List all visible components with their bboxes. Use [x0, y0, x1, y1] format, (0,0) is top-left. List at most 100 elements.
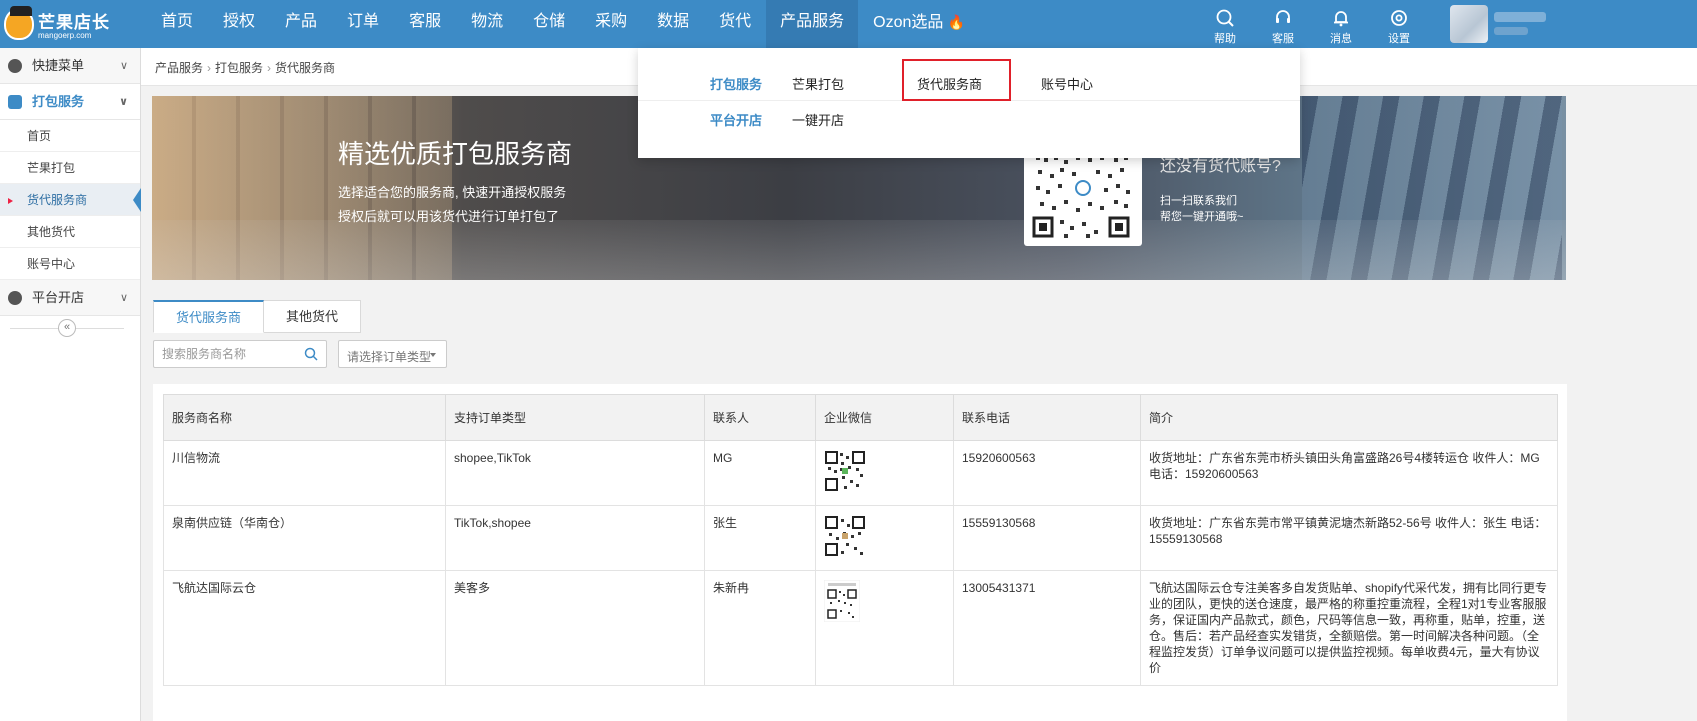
table-row[interactable]: 飞航达国际云仓 美客多 朱新冉 13005431371 飞航达国际云仓专注美客多…	[163, 570, 1558, 686]
nav-auth[interactable]: 授权	[208, 0, 270, 48]
mango-mascot-icon	[4, 6, 34, 40]
help-icon	[1216, 9, 1234, 27]
settings-button[interactable]: 设置	[1370, 0, 1428, 48]
column-header: 联系人	[704, 394, 816, 441]
banner-side-line-1: 扫一扫联系我们	[1160, 195, 1237, 207]
nav-data[interactable]: 数据	[642, 0, 704, 48]
logo-sub: mangoerp.com	[38, 31, 92, 40]
tab-other-forwarders[interactable]: 其他货代	[264, 300, 362, 333]
sidebar-item-other-forwarders[interactable]: 其他货代	[0, 216, 140, 248]
contact-person: MG	[704, 440, 816, 506]
nav-purchase[interactable]: 采购	[580, 0, 642, 48]
logo-name: 芒果店长	[38, 13, 110, 32]
customer-service-label: 客服	[1272, 33, 1294, 45]
breadcrumb-separator-icon: ›	[207, 61, 212, 75]
nav-ozon[interactable]: Ozon选品 🔥	[858, 0, 980, 48]
sidebar-item-label: 账号中心	[27, 257, 76, 271]
logo[interactable]: 芒果店长 mangoerp.com	[4, 4, 114, 44]
customer-service-button[interactable]: 客服	[1254, 0, 1312, 48]
settings-label: 设置	[1388, 33, 1410, 45]
quick-menu-icon	[8, 59, 22, 73]
tab-forwarder-providers[interactable]: 货代服务商	[153, 300, 265, 333]
current-indicator-icon	[8, 198, 13, 204]
sidebar-item-mango-pack[interactable]: 芒果打包	[0, 152, 140, 184]
help-label: 帮助	[1214, 33, 1236, 45]
phone-number: 15920600563	[953, 440, 1141, 506]
contact-qr-code	[1024, 146, 1142, 246]
gear-icon	[1391, 10, 1407, 26]
table-header-row: 服务商名称 支持订单类型 联系人 企业微信 联系电话 简介	[163, 394, 1558, 441]
column-header: 服务商名称	[163, 394, 446, 441]
nav-customer-service[interactable]: 客服	[394, 0, 456, 48]
nav-order[interactable]: 订单	[332, 0, 394, 48]
dropdown-link-account-center[interactable]: 账号中心	[1041, 74, 1093, 93]
order-types: shopee,TikTok	[445, 440, 705, 506]
wechat-qr-icon	[824, 515, 866, 557]
sidebar-item-forwarder-providers[interactable]: 货代服务商	[0, 184, 141, 216]
wechat-cell	[815, 570, 954, 686]
search-icon[interactable]	[304, 347, 318, 361]
chevron-down-icon: ∨	[119, 60, 128, 72]
breadcrumb: 产品服务 › 打包服务 › 货代服务商	[155, 59, 335, 76]
top-tools: 帮助 客服 消息 设置	[1196, 0, 1428, 48]
column-header: 简介	[1140, 394, 1558, 441]
messages-button[interactable]: 消息	[1312, 0, 1370, 48]
sidebar-item-account-center[interactable]: 账号中心	[0, 248, 140, 280]
breadcrumb-item: 货代服务商	[275, 61, 336, 75]
sidebar-collapse-row: «	[0, 316, 140, 340]
headset-icon	[1276, 10, 1290, 23]
contact-person: 张生	[704, 505, 816, 571]
messages-label: 消息	[1330, 33, 1352, 45]
avatar[interactable]	[1450, 5, 1488, 43]
dropdown-category[interactable]: 平台开店	[710, 110, 762, 129]
sidebar: 快捷菜单 ∨ 打包服务 ∨ 首页 芒果打包 货代服务商 其他货代 账号中心 平台…	[0, 48, 141, 721]
banner-line-2: 授权后就可以用该货代进行订单打包了	[338, 209, 560, 224]
wechat-cell	[815, 505, 954, 571]
store-icon	[8, 291, 22, 305]
provider-intro: 收货地址：广东省东莞市桥头镇田头角富盛路26号4楼转运仓 收件人：MG 电话：1…	[1140, 440, 1558, 506]
sidebar-group-platform-store[interactable]: 平台开店 ∨	[0, 280, 140, 316]
table-row[interactable]: 川信物流 shopee,TikTok MG 15920600563 收货地址：广…	[163, 440, 1558, 506]
main-content: 货代服务商 其他货代 请选择订单类型 服务商名称 支持订单类型 联系人 企业微信…	[141, 286, 1697, 721]
sidebar-item-label: 货代服务商	[27, 193, 88, 207]
order-types: TikTok,shopee	[445, 505, 705, 571]
search-box	[153, 340, 327, 368]
help-button[interactable]: 帮助	[1196, 0, 1254, 48]
search-input[interactable]	[154, 341, 294, 367]
nav-product-services[interactable]: 产品服务	[766, 0, 859, 48]
providers-table-panel: 服务商名称 支持订单类型 联系人 企业微信 联系电话 简介 川信物流 shope…	[153, 384, 1567, 721]
sidebar-group-pack-service[interactable]: 打包服务 ∨	[0, 84, 140, 120]
dropdown-category[interactable]: 打包服务	[710, 74, 762, 93]
order-type-select[interactable]: 请选择订单类型	[338, 340, 447, 368]
providers-table: 服务商名称 支持订单类型 联系人 企业微信 联系电话 简介 川信物流 shope…	[163, 394, 1558, 686]
dropdown-link-mango-pack[interactable]: 芒果打包	[792, 74, 844, 93]
dropdown-link-one-click-store[interactable]: 一键开店	[792, 110, 844, 129]
tab-bar: 货代服务商 其他货代	[153, 300, 362, 333]
provider-name: 川信物流	[163, 440, 446, 506]
column-header: 支持订单类型	[445, 394, 705, 441]
collapse-sidebar-button[interactable]: «	[58, 319, 76, 337]
user-info-blurred	[1494, 27, 1528, 35]
breadcrumb-item[interactable]: 打包服务	[215, 61, 263, 75]
table-row[interactable]: 泉南供应链（华南仓） TikTok,shopee 张生 15559130568 …	[163, 505, 1558, 571]
phone-number: 15559130568	[953, 505, 1141, 571]
contact-person: 朱新冉	[704, 570, 816, 686]
breadcrumb-item[interactable]: 产品服务	[155, 61, 203, 75]
sidebar-item-label: 芒果打包	[27, 161, 76, 175]
nav-ozon-label: Ozon选品	[873, 14, 944, 31]
provider-intro: 飞航达国际云仓专注美客多自发货贴单、shopify代采代发，拥有比同行更专业的团…	[1140, 570, 1558, 686]
user-name-blurred[interactable]	[1494, 12, 1546, 22]
provider-name: 飞航达国际云仓	[163, 570, 446, 686]
nav-warehouse[interactable]: 仓储	[518, 0, 580, 48]
chevron-down-icon: ∨	[119, 292, 128, 304]
wechat-qr-icon	[824, 450, 866, 492]
nav-home[interactable]: 首页	[146, 0, 208, 48]
top-navbar: 芒果店长 mangoerp.com 首页 授权 产品 订单 客服 物流 仓储 采…	[0, 0, 1697, 48]
nav-product[interactable]: 产品	[270, 0, 332, 48]
sidebar-item-home[interactable]: 首页	[0, 120, 140, 152]
banner-floor-image	[152, 220, 1566, 280]
sidebar-group-quick-menu[interactable]: 快捷菜单 ∨	[0, 48, 140, 84]
order-types: 美客多	[445, 570, 705, 686]
nav-forwarder[interactable]: 货代	[704, 0, 766, 48]
nav-logistics[interactable]: 物流	[456, 0, 518, 48]
